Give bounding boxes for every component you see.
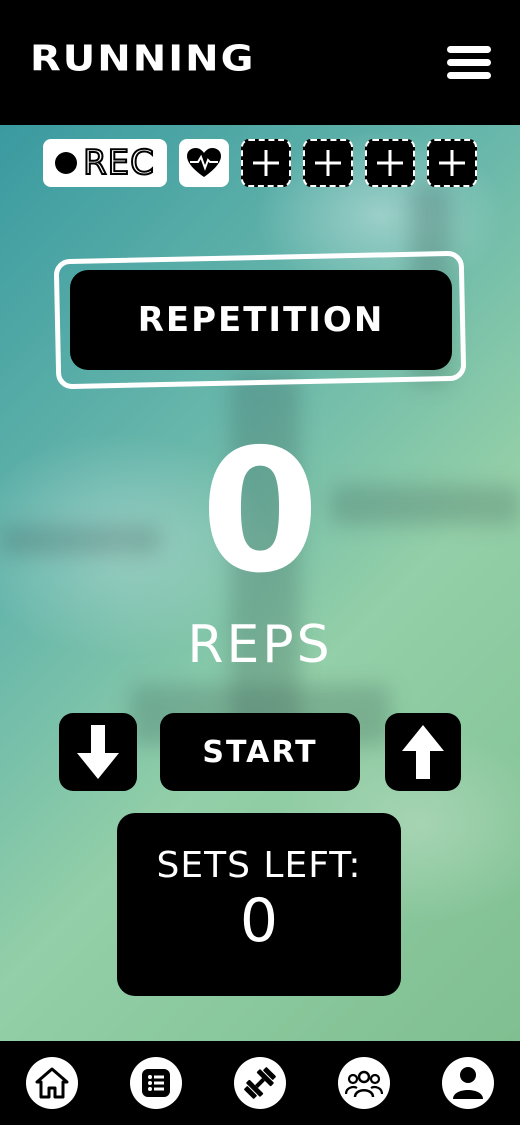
- app-title: RUNNING: [30, 38, 256, 80]
- workout-screen: REC REPETITION 0 REPS START SETS LEFT: 0: [0, 125, 520, 1041]
- heart-rate-button[interactable]: [179, 139, 229, 187]
- nav-home[interactable]: [26, 1057, 78, 1109]
- record-button[interactable]: REC: [43, 139, 167, 187]
- plus-icon: [253, 150, 279, 176]
- nav-community[interactable]: [338, 1057, 390, 1109]
- app-header: RUNNING: [0, 0, 520, 125]
- sets-left-label: SETS LEFT:: [156, 845, 362, 886]
- bottom-navigation: [0, 1041, 520, 1125]
- start-label: START: [202, 734, 318, 770]
- mode-label: REPETITION: [137, 300, 385, 340]
- add-metric-slot-3[interactable]: [365, 139, 415, 187]
- nav-profile[interactable]: [442, 1057, 494, 1109]
- arrow-down-icon: [77, 725, 119, 779]
- add-metric-slot-2[interactable]: [303, 139, 353, 187]
- nav-list[interactable]: [130, 1057, 182, 1109]
- increase-button[interactable]: [385, 713, 461, 791]
- nav-workout[interactable]: [234, 1057, 286, 1109]
- sets-left-panel: SETS LEFT: 0: [117, 813, 401, 996]
- plus-icon: [439, 150, 465, 176]
- start-button[interactable]: START: [160, 713, 360, 791]
- add-metric-slot-1[interactable]: [241, 139, 291, 187]
- group-icon: [345, 1070, 383, 1098]
- home-icon: [35, 1067, 69, 1099]
- add-metric-slot-4[interactable]: [427, 139, 477, 187]
- list-icon: [142, 1069, 170, 1097]
- sets-left-value: 0: [239, 886, 279, 956]
- rep-counter: 0: [200, 413, 320, 611]
- record-dot-icon: [55, 152, 78, 174]
- record-label: REC: [82, 142, 155, 184]
- arrow-up-icon: [402, 725, 444, 779]
- decrease-button[interactable]: [59, 713, 137, 791]
- profile-icon: [453, 1067, 483, 1099]
- rep-unit-label: REPS: [187, 615, 333, 675]
- dumbbell-icon: [244, 1067, 276, 1099]
- plus-icon: [315, 150, 341, 176]
- heart-rate-icon: [187, 148, 221, 177]
- repetition-mode-button[interactable]: REPETITION: [70, 270, 452, 370]
- hamburger-menu-icon[interactable]: [445, 44, 493, 80]
- plus-icon: [377, 150, 403, 176]
